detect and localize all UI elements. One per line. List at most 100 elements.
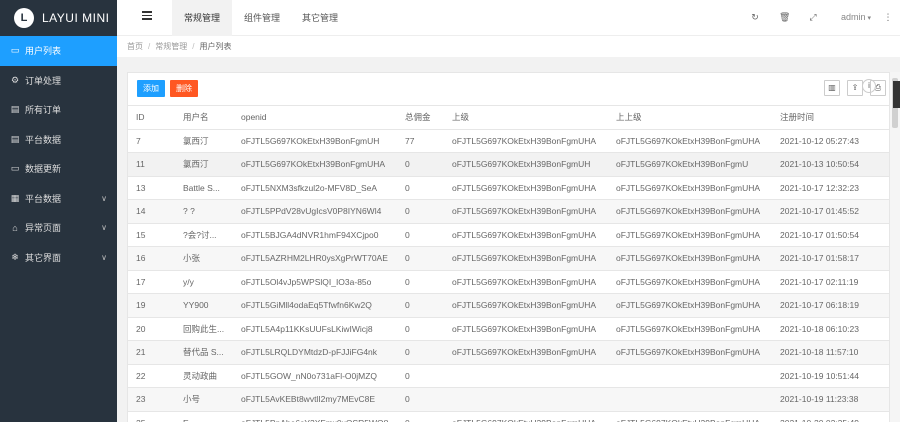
top-header: 常规管理 组件管理 其它管理 ↻ 🗑 ⤢ admin ▾ ⋮ — [117, 0, 900, 36]
table-row[interactable]: 19 YY900 oFJTL5GiMll4odaEq5Tfwfn6Kw2Q 0 oFJT… — [128, 293, 889, 317]
column-header-commission[interactable]: 总佣金 — [397, 105, 444, 129]
cell-commission: 0 — [397, 316, 444, 341]
tab-other-management[interactable]: 其它管理 — [290, 0, 350, 36]
cell-username: 回购此生... — [175, 316, 233, 341]
cell-registered-at: 2021-10-20 02:35:49 — [772, 410, 889, 422]
user-menu[interactable]: admin ▾ — [841, 12, 871, 22]
sidebar-item-platform-data[interactable]: ▤ 平台数据 — [0, 125, 117, 155]
table-row[interactable]: 16 小张 oFJTL5AZRHM2LHR0ysXgPrWT70AE 0 oFJTL5G… — [128, 246, 889, 270]
file-icon: ▤ — [10, 133, 20, 144]
logo-text: LAYUI MINI — [42, 11, 110, 25]
table-row[interactable]: 22 灵动政曲 oFJTL5GOW_nN0o731aFl-O0jMZQ 0 2021-1… — [128, 363, 889, 388]
column-header-registered-at[interactable]: 注册时间 — [772, 105, 889, 129]
cell-grandparent: oFJTL5G697KOkEtxH39BonFgmUHA — [608, 316, 772, 341]
table-row[interactable]: 13 Battle S... oFJTL5NXM3sfkzul2o-MFV8D_Se… — [128, 175, 889, 200]
cell-commission: 0 — [397, 246, 444, 270]
table-row[interactable]: 25EoFJTL5PnAbe6sY3XFmx0xOSR5WO80oFJTL5G6… — [128, 410, 889, 422]
sidebar-item-user-list[interactable]: ▭ 用户列表 — [0, 36, 117, 66]
cell-registered-at: 2021-10-18 06:10:23 — [772, 316, 889, 341]
table-row[interactable]: 14? ? oFJTL5PPdV28vUgIcsV0P8IYN6Wl4 0 oFJTL… — [128, 199, 889, 223]
table-row[interactable]: 21 替代品 S... oFJTL5LRQLDYMtdzD-pFJJiFG4nk 0 o… — [128, 340, 889, 364]
table-row[interactable]: 11 氯西汀 oFJTL5G697KOkEtxH39BonFgmUHA 0 oFJTL5… — [128, 152, 889, 176]
gears-icon: ⚙ — [10, 74, 20, 85]
cell-id: 21 — [128, 340, 175, 364]
logo[interactable]: L LAYUI MINI — [0, 0, 117, 36]
username: admin — [841, 12, 866, 22]
cell-grandparent: oFJTL5G697KOkEtxH39BonFgmUHA — [608, 199, 772, 223]
cell-openid: oFJTL5BJGA4dNVR1hmF94XCjpo0 — [233, 222, 397, 247]
cell-grandparent: oFJTL5G697KOkEtxH39BonFgmUHA — [608, 340, 772, 364]
cell-username: Battle S... — [175, 175, 233, 200]
column-header-username[interactable]: 用户名 — [175, 105, 233, 129]
cell-id: 17 — [128, 269, 175, 294]
cell-registered-at: 2021-10-17 01:58:17 — [772, 246, 889, 270]
cell-openid: oFJTL5A4p11KKsUUFsLKiwIWicj8 — [233, 316, 397, 341]
cell-grandparent: oFJTL5G697KOkEtxH39BonFgmUHA — [608, 175, 772, 200]
cell-id: 22 — [128, 363, 175, 388]
refresh-icon[interactable]: ↻ — [750, 12, 760, 22]
sidebar-item-error-pages[interactable]: ⌂ 异常页面 ∨ — [0, 213, 117, 243]
cell-commission: 0 — [397, 152, 444, 176]
cell-openid: oFJTL5NXM3sfkzul2o-MFV8D_SeA — [233, 175, 397, 200]
cell-parent: oFJTL5G697KOkEtxH39BonFgmUHA — [444, 175, 608, 200]
cell-openid: oFJTL5GOW_nN0o731aFl-O0jMZQ — [233, 363, 397, 388]
cell-parent: oFJTL5G697KOkEtxH39BonFgmUHA — [444, 269, 608, 294]
trash-icon[interactable]: 🗑 — [779, 12, 790, 22]
table-row[interactable]: 20 回购此生... oFJTL5A4p11KKsUUFsLKiwIWicj8 0 oF… — [128, 316, 889, 341]
table-row[interactable]: 7 氯西汀 oFJTL5G697KOkEtxH39BonFgmUH 77 oFJTL5G… — [128, 128, 889, 153]
column-header-parent[interactable]: 上级 — [444, 105, 608, 129]
cell-commission: 0 — [397, 387, 444, 411]
tab-component-management[interactable]: 组件管理 — [232, 0, 292, 36]
breadcrumb-current: 用户列表 — [199, 42, 232, 51]
cell-id: 7 — [128, 128, 175, 153]
cell-registered-at: 2021-10-17 01:50:54 — [772, 222, 889, 247]
add-button[interactable]: 添加 — [137, 80, 165, 97]
cell-commission: 77 — [397, 128, 444, 153]
sidebar-item-label: 用户列表 — [25, 46, 62, 57]
sidebar-item-platform-data-group[interactable]: ▦ 平台数据 ∨ — [0, 184, 117, 214]
menu-toggle-icon[interactable] — [142, 11, 152, 21]
sidebar-item-all-orders[interactable]: ▤ 所有订单 — [0, 95, 117, 125]
cell-grandparent: oFJTL5G697KOkEtxH39BonFgmUHA — [608, 269, 772, 294]
sidebar-item-other-pages[interactable]: ❄ 其它界面 ∨ — [0, 243, 117, 273]
column-header-id[interactable]: ID — [128, 105, 175, 129]
cell-commission: 0 — [397, 269, 444, 294]
cell-id: 14 — [128, 199, 175, 223]
cell-parent: oFJTL5G697KOkEtxH39BonFgmUH — [444, 152, 608, 176]
column-header-openid[interactable]: openid — [233, 105, 397, 129]
tab-general-management[interactable]: 常规管理 — [172, 0, 233, 36]
fullscreen-icon[interactable]: ⤢ — [808, 12, 818, 22]
cell-registered-at: 2021-10-19 10:51:44 — [772, 363, 889, 388]
side-panel-toggle[interactable] — [893, 81, 900, 108]
cell-username: ?会?讨... — [175, 222, 233, 247]
cell-parent: oFJTL5G697KOkEtxH39BonFgmUHA — [444, 340, 608, 364]
sidebar-item-label: 其它界面 — [25, 252, 62, 263]
cell-commission: 0 — [397, 293, 444, 317]
cell-parent: oFJTL5G697KOkEtxH39BonFgmUHA — [444, 246, 608, 270]
cell-grandparent: oFJTL5G697KOkEtxH39BonFgmUHA — [608, 128, 772, 153]
table-row[interactable]: 23 小号 oFJTL5AvKEBt8wvtlI2my7MEvC8E 0 2021-10… — [128, 387, 889, 411]
table-row[interactable]: 15 ?会?讨... oFJTL5BJGA4dNVR1hmF94XCjpo0 0 oFJ… — [128, 222, 889, 247]
sidebar-item-order-processing[interactable]: ⚙ 订单处理 — [0, 66, 117, 96]
user-table-card: 添加 删除 ▥ ⇪ ⎙ ID 用户名 openid 总佣金 上级 上上级 注册时… — [127, 72, 890, 422]
more-icon[interactable]: ⋮ — [883, 12, 893, 22]
page-scrollbar[interactable] — [890, 72, 900, 422]
info-icon[interactable]: i — [862, 79, 876, 93]
cell-username: 小张 — [175, 246, 233, 270]
caret-down-icon: ▾ — [867, 15, 872, 22]
delete-button[interactable]: 删除 — [170, 80, 198, 97]
columns-icon[interactable]: ▥ — [824, 80, 840, 96]
cell-openid: oFJTL5GiMll4odaEq5Tfwfn6Kw2Q — [233, 293, 397, 317]
cell-registered-at: 2021-10-12 05:27:43 — [772, 128, 889, 153]
cell-parent: oFJTL5G697KOkEtxH39BonFgmUHA — [444, 293, 608, 317]
table-row[interactable]: 17 y/y oFJTL5Ol4vJp5WPSlQI_IO3a-85o 0 oFJTL5… — [128, 269, 889, 294]
cell-id: 19 — [128, 293, 175, 317]
cell-username: 小号 — [175, 387, 233, 411]
sidebar-item-data-update[interactable]: ▭ 数据更新 — [0, 154, 117, 184]
cell-id: 13 — [128, 175, 175, 200]
column-header-grandparent[interactable]: 上上级 — [608, 105, 772, 129]
export-icon[interactable]: ⇪ — [847, 80, 863, 96]
breadcrumb-section[interactable]: 常规管理 — [155, 41, 187, 52]
breadcrumb-home[interactable]: 首页 — [127, 41, 143, 52]
breadcrumb-separator: / — [148, 42, 151, 51]
